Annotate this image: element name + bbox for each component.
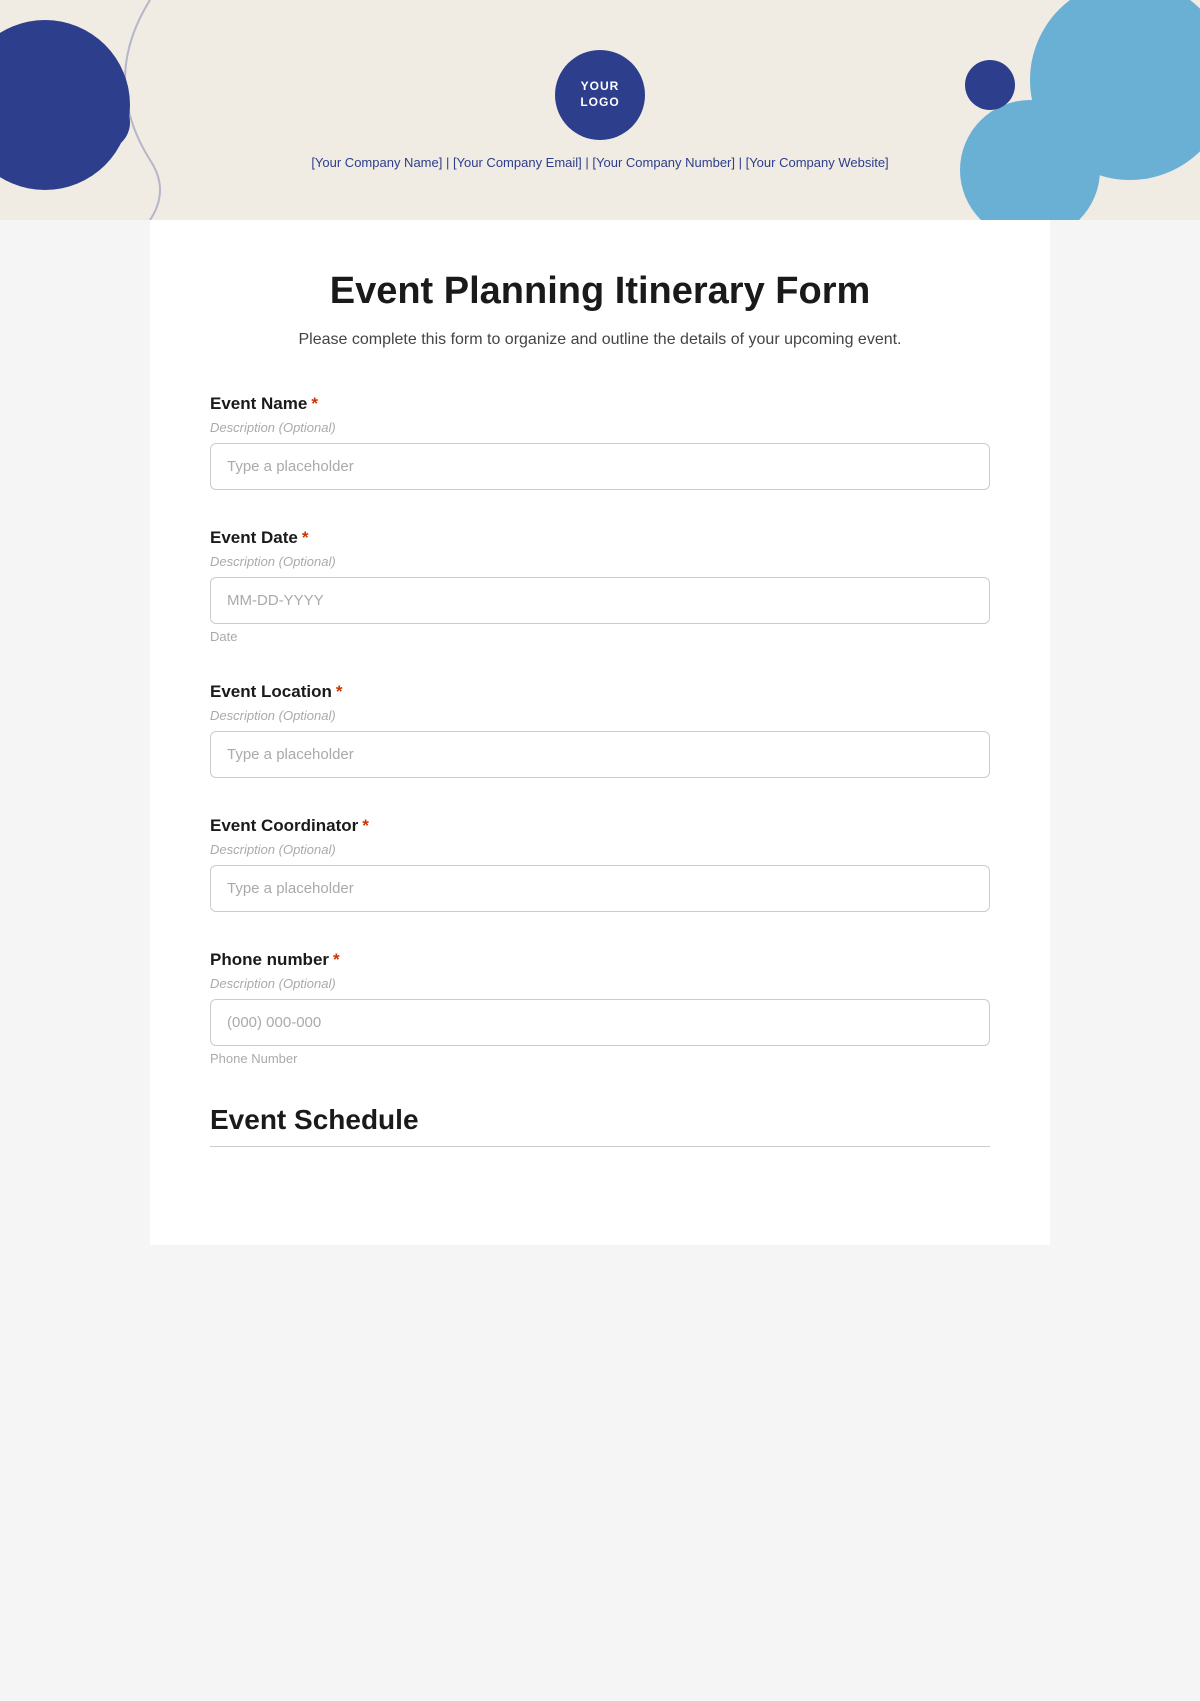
company-info: [Your Company Name] | [Your Company Emai… — [311, 155, 888, 170]
section-divider — [210, 1146, 990, 1147]
form-container: Event Planning Itinerary Form Please com… — [150, 220, 1050, 1245]
required-star: * — [336, 682, 343, 701]
event-location-field: Event Location* Description (Optional) — [210, 682, 990, 778]
form-subtitle: Please complete this form to organize an… — [210, 331, 990, 349]
event-schedule-title: Event Schedule — [210, 1104, 990, 1136]
phone-number-input[interactable] — [210, 999, 990, 1046]
event-coordinator-label: Event Coordinator* — [210, 816, 990, 836]
dots-top-right — [960, 15, 1000, 23]
event-date-hint: Date — [210, 629, 990, 644]
event-date-field: Event Date* Description (Optional) Date — [210, 528, 990, 644]
event-coordinator-description: Description (Optional) — [210, 842, 990, 857]
event-name-input[interactable] — [210, 443, 990, 490]
event-location-input[interactable] — [210, 731, 990, 778]
event-location-label: Event Location* — [210, 682, 990, 702]
dots-bottom-right — [1065, 172, 1105, 180]
circle-small-right — [965, 60, 1015, 110]
event-name-field: Event Name* Description (Optional) — [210, 394, 990, 490]
event-name-description: Description (Optional) — [210, 420, 990, 435]
required-star: * — [362, 816, 369, 835]
event-location-description: Description (Optional) — [210, 708, 990, 723]
phone-number-description: Description (Optional) — [210, 976, 990, 991]
event-date-description: Description (Optional) — [210, 554, 990, 569]
phone-number-label: Phone number* — [210, 950, 990, 970]
header-banner: YOUR LOGO [Your Company Name] | [Your Co… — [0, 0, 1200, 220]
event-coordinator-input[interactable] — [210, 865, 990, 912]
required-star: * — [333, 950, 340, 969]
event-coordinator-field: Event Coordinator* Description (Optional… — [210, 816, 990, 912]
form-title: Event Planning Itinerary Form — [210, 270, 990, 313]
required-star: * — [311, 394, 318, 413]
dots-bottom-left — [105, 187, 145, 195]
phone-number-hint: Phone Number — [210, 1051, 990, 1066]
phone-number-field: Phone number* Description (Optional) Pho… — [210, 950, 990, 1066]
event-date-input[interactable] — [210, 577, 990, 624]
event-schedule-section: Event Schedule — [210, 1104, 990, 1147]
event-date-label: Event Date* — [210, 528, 990, 548]
dots-top-left — [145, 25, 185, 33]
required-star: * — [302, 528, 309, 547]
company-logo: YOUR LOGO — [555, 50, 645, 140]
event-name-label: Event Name* — [210, 394, 990, 414]
